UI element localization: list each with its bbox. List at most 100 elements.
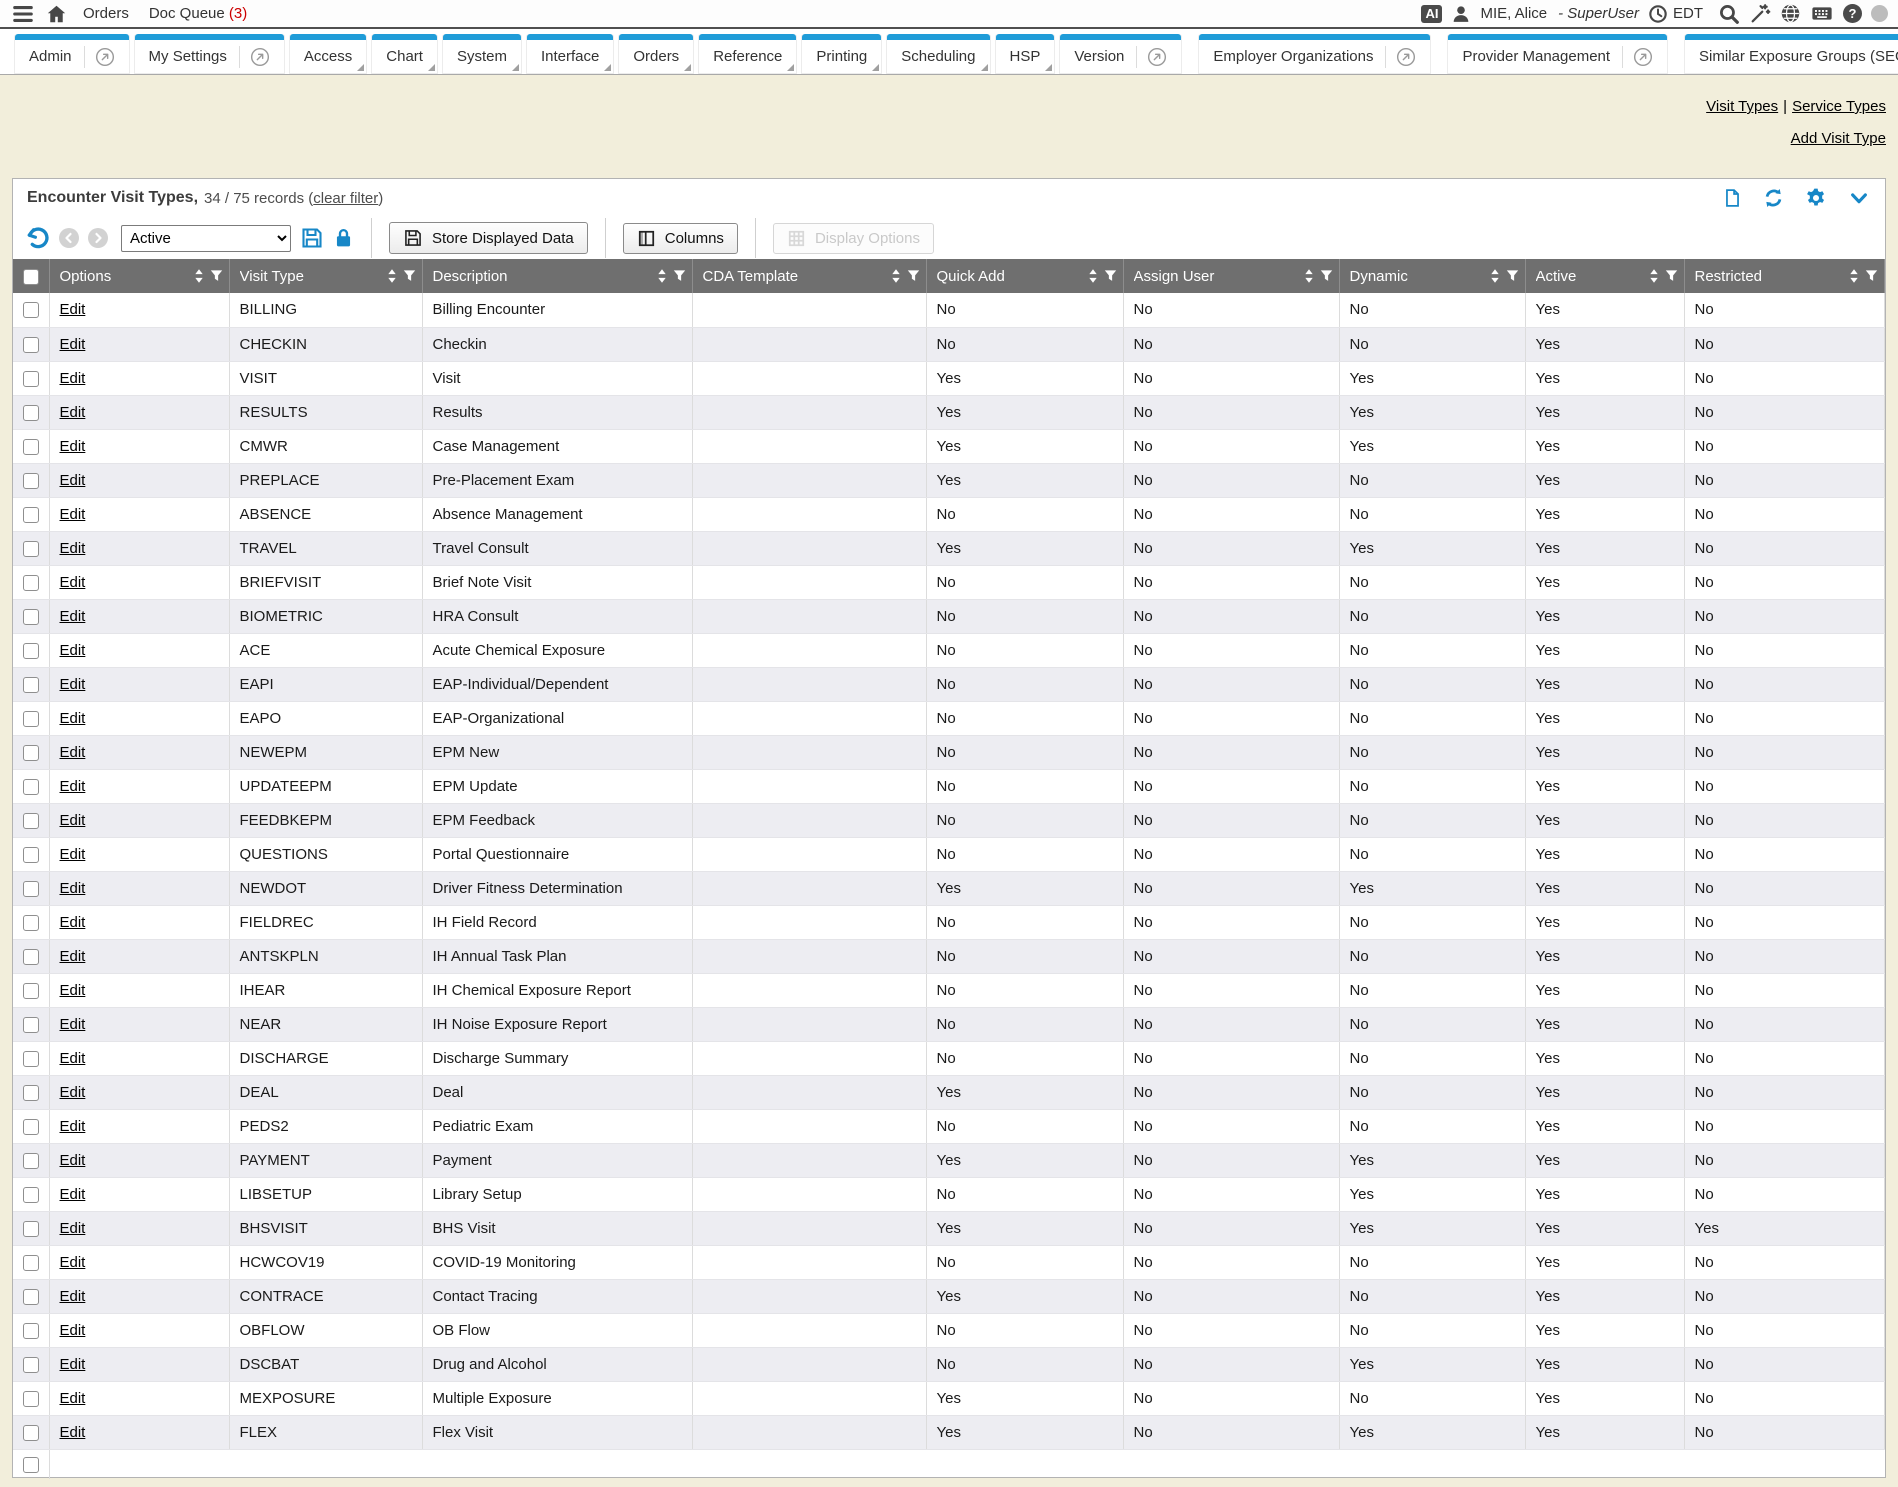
keyboard-icon[interactable] — [1810, 3, 1834, 24]
edit-link[interactable]: Edit — [60, 778, 86, 795]
sort-icon[interactable] — [1088, 268, 1098, 284]
column-header-description[interactable]: Description — [422, 259, 692, 293]
service-types-link[interactable]: Service Types — [1792, 98, 1886, 115]
row-checkbox[interactable] — [23, 1187, 39, 1203]
row-checkbox[interactable] — [23, 302, 39, 318]
edit-link[interactable]: Edit — [60, 438, 86, 455]
search-icon[interactable] — [1718, 3, 1740, 25]
tab-provider-management[interactable]: Provider Management — [1447, 34, 1668, 74]
edit-link[interactable]: Edit — [60, 1288, 86, 1305]
row-checkbox[interactable] — [23, 1017, 39, 1033]
sort-icon[interactable] — [194, 268, 204, 284]
edit-link[interactable]: Edit — [60, 880, 86, 897]
tab-admin[interactable]: Admin — [14, 34, 130, 74]
filter-funnel-icon[interactable] — [210, 269, 223, 283]
tab-my-settings[interactable]: My Settings — [134, 34, 285, 74]
column-header-assign-user[interactable]: Assign User — [1123, 259, 1339, 293]
row-checkbox[interactable] — [23, 507, 39, 523]
row-checkbox[interactable] — [23, 983, 39, 999]
external-link-icon[interactable] — [1633, 47, 1653, 67]
select-all-checkbox[interactable] — [23, 269, 39, 285]
edit-link[interactable]: Edit — [60, 506, 86, 523]
hamburger-menu-icon[interactable] — [10, 3, 36, 25]
tab-employer-organizations[interactable]: Employer Organizations — [1198, 34, 1431, 74]
row-checkbox[interactable] — [23, 473, 39, 489]
edit-link[interactable]: Edit — [60, 1322, 86, 1339]
row-checkbox[interactable] — [23, 847, 39, 863]
column-header-visit-type[interactable]: Visit Type — [229, 259, 422, 293]
row-checkbox[interactable] — [23, 1119, 39, 1135]
sort-icon[interactable] — [1304, 268, 1314, 284]
column-header-options[interactable]: Options — [49, 259, 229, 293]
tab-reference[interactable]: Reference — [698, 34, 797, 74]
row-checkbox[interactable] — [23, 1425, 39, 1441]
edit-link[interactable]: Edit — [60, 812, 86, 829]
row-checkbox[interactable] — [23, 439, 39, 455]
undo-icon[interactable] — [25, 226, 50, 251]
tab-access[interactable]: Access — [289, 34, 367, 74]
breadcrumb-doc-queue[interactable]: Doc Queue (3) — [143, 5, 253, 22]
edit-link[interactable]: Edit — [60, 1356, 86, 1373]
edit-link[interactable]: Edit — [60, 472, 86, 489]
row-checkbox[interactable] — [23, 813, 39, 829]
edit-link[interactable]: Edit — [60, 1016, 86, 1033]
footer-checkbox[interactable] — [23, 1457, 39, 1473]
gear-icon[interactable] — [1805, 187, 1827, 209]
row-checkbox[interactable] — [23, 1051, 39, 1067]
edit-link[interactable]: Edit — [60, 574, 86, 591]
sort-icon[interactable] — [1490, 268, 1500, 284]
row-checkbox[interactable] — [23, 1255, 39, 1271]
edit-link[interactable]: Edit — [60, 404, 86, 421]
tab-chart[interactable]: Chart — [371, 34, 438, 74]
row-checkbox[interactable] — [23, 405, 39, 421]
lock-icon[interactable] — [333, 227, 354, 249]
external-link-icon[interactable] — [1147, 47, 1167, 67]
edit-link[interactable]: Edit — [60, 370, 86, 387]
row-checkbox[interactable] — [23, 541, 39, 557]
column-header-cda-template[interactable]: CDA Template — [692, 259, 926, 293]
globe-icon[interactable] — [1780, 3, 1801, 24]
previous-page-icon[interactable] — [59, 228, 79, 248]
edit-link[interactable]: Edit — [60, 948, 86, 965]
filter-funnel-icon[interactable] — [1320, 269, 1333, 283]
row-checkbox[interactable] — [23, 371, 39, 387]
row-checkbox[interactable] — [23, 609, 39, 625]
row-checkbox[interactable] — [23, 881, 39, 897]
edit-link[interactable]: Edit — [60, 1186, 86, 1203]
edit-link[interactable]: Edit — [60, 982, 86, 999]
store-displayed-data-button[interactable]: Store Displayed Data — [389, 222, 588, 254]
sort-icon[interactable] — [1649, 268, 1659, 284]
tab-orders[interactable]: Orders — [618, 34, 694, 74]
row-checkbox[interactable] — [23, 745, 39, 761]
filter-select[interactable]: Active — [121, 225, 291, 252]
filter-funnel-icon[interactable] — [1104, 269, 1117, 283]
row-checkbox[interactable] — [23, 1153, 39, 1169]
column-header-restricted[interactable]: Restricted — [1684, 259, 1885, 293]
filter-funnel-icon[interactable] — [673, 269, 686, 283]
edit-link[interactable]: Edit — [60, 710, 86, 727]
add-visit-type-link[interactable]: Add Visit Type — [1791, 130, 1886, 147]
sort-icon[interactable] — [657, 268, 667, 284]
columns-button[interactable]: Columns — [623, 223, 738, 254]
ai-badge[interactable]: AI — [1421, 5, 1442, 23]
new-document-icon[interactable] — [1723, 187, 1742, 209]
external-link-icon[interactable] — [1396, 47, 1416, 67]
sort-icon[interactable] — [1849, 268, 1859, 284]
row-checkbox[interactable] — [23, 575, 39, 591]
tab-version[interactable]: Version — [1059, 34, 1182, 74]
edit-link[interactable]: Edit — [60, 1152, 86, 1169]
chevron-down-icon[interactable] — [1847, 189, 1871, 208]
sort-icon[interactable] — [891, 268, 901, 284]
row-checkbox[interactable] — [23, 711, 39, 727]
row-checkbox[interactable] — [23, 779, 39, 795]
sort-icon[interactable] — [387, 268, 397, 284]
edit-link[interactable]: Edit — [60, 1118, 86, 1135]
column-header-dynamic[interactable]: Dynamic — [1339, 259, 1525, 293]
magic-wand-icon[interactable] — [1749, 3, 1771, 25]
edit-link[interactable]: Edit — [60, 676, 86, 693]
filter-funnel-icon[interactable] — [1506, 269, 1519, 283]
filter-funnel-icon[interactable] — [1865, 269, 1878, 283]
tab-printing[interactable]: Printing — [801, 34, 882, 74]
edit-link[interactable]: Edit — [60, 336, 86, 353]
column-header-active[interactable]: Active — [1525, 259, 1684, 293]
